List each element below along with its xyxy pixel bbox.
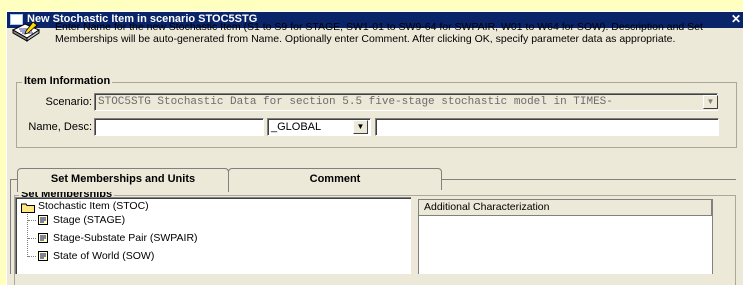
scenario-field: STOC5STG Stochastic Data for section 5.5… bbox=[94, 93, 718, 111]
chevron-down-icon: ▼ bbox=[703, 95, 718, 109]
tree-item-sow[interactable]: State of World (SOW) bbox=[53, 250, 154, 263]
tree-item-swpair[interactable]: Stage-Substate Pair (SWPAIR) bbox=[53, 232, 198, 245]
additional-characterization-header[interactable]: Additional Characterization bbox=[419, 200, 712, 216]
item-information-legend: Item Information bbox=[22, 75, 113, 87]
instructions-text: Enter Name for the new Stochastic Item (… bbox=[55, 21, 703, 45]
tab-comment[interactable]: Comment bbox=[228, 168, 442, 190]
set-item-icon bbox=[38, 215, 48, 225]
tree-item-stage[interactable]: Stage (STAGE) bbox=[53, 214, 125, 227]
additional-characterization-list[interactable]: Additional Characterization bbox=[418, 199, 713, 274]
set-item-icon bbox=[38, 251, 48, 261]
chevron-down-icon[interactable]: ▼ bbox=[353, 120, 368, 134]
tree-connector bbox=[28, 220, 36, 221]
tree-connector bbox=[28, 238, 36, 239]
tree-connector bbox=[28, 256, 36, 257]
set-item-icon bbox=[38, 233, 48, 243]
item-information-group bbox=[16, 82, 737, 148]
folder-icon bbox=[21, 203, 35, 213]
set-membership-tree[interactable]: Stochastic Item (STOC) Stage (STAGE) Sta… bbox=[15, 197, 411, 274]
book-pencil-icon bbox=[11, 21, 41, 42]
scenario-label: Scenario: bbox=[45, 96, 92, 108]
name-input[interactable] bbox=[94, 118, 264, 136]
tree-root-stoc[interactable]: Stochastic Item (STOC) bbox=[38, 200, 149, 213]
region-select-value: _GLOBAL bbox=[271, 121, 322, 133]
description-input[interactable] bbox=[375, 118, 719, 136]
tab-set-memberships[interactable]: Set Memberships and Units bbox=[17, 168, 229, 192]
name-desc-label: Name, Desc: bbox=[28, 121, 92, 133]
